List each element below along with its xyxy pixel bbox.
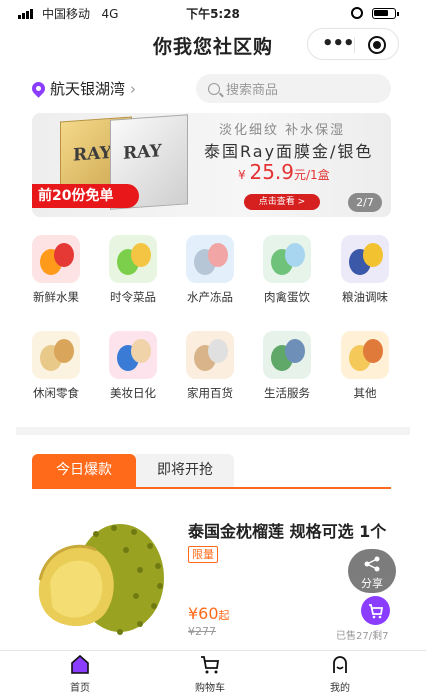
category-label: 美妆日化 (110, 386, 156, 400)
durian-image[interactable] (36, 520, 166, 638)
category-label: 生活服务 (264, 386, 310, 400)
category-other[interactable]: 其他 (330, 331, 400, 401)
tabbar-cart[interactable]: 购物车 (170, 653, 250, 694)
snack-icon (32, 331, 80, 379)
share-button[interactable]: 分享 (348, 549, 396, 593)
more-icon[interactable]: ••• (322, 35, 355, 53)
category-snack[interactable]: 休闲零食 (21, 331, 91, 401)
chevron-right-icon: › (130, 79, 137, 98)
rotation-lock-icon (351, 7, 363, 19)
section-divider (16, 427, 410, 435)
category-label: 家用百货 (187, 386, 233, 400)
category-label: 粮油调味 (342, 290, 388, 304)
category-grain-oil[interactable]: 粮油调味 (330, 235, 400, 305)
search-icon (208, 82, 220, 95)
seafood-icon (186, 235, 234, 283)
other-icon (341, 331, 389, 379)
meat-egg-icon (263, 235, 311, 283)
search-input[interactable]: 搜索商品 (196, 74, 391, 103)
limited-tag: 限量 (188, 546, 218, 563)
cart-icon (199, 653, 221, 675)
status-bar: 中国移动 4G 下午5:28 (0, 0, 426, 26)
household-icon (186, 331, 234, 379)
promo-banner[interactable]: RAY RAY 淡化细纹 补水保湿 泰国Ray面膜金/银色 ¥ 25.9元/1盒… (32, 113, 391, 217)
category-vegetable[interactable]: 时令菜品 (98, 235, 168, 305)
home-icon (69, 653, 91, 675)
banner-price: ¥ 25.9元/1盒 (238, 160, 330, 184)
product-tabs: 今日爆款 即将开抢 (32, 454, 391, 489)
grain-oil-icon (341, 235, 389, 283)
vegetable-icon (109, 235, 157, 283)
tab-coming-soon[interactable]: 即将开抢 (136, 454, 234, 487)
location-pin-icon (29, 79, 48, 98)
tabbar-home[interactable]: 首页 (40, 653, 120, 694)
banner-view-button[interactable]: 点击查看 > (244, 194, 320, 210)
category-cosmetics[interactable]: 美妆日化 (98, 331, 168, 401)
product-price: ¥60起 (188, 604, 230, 623)
category-meat-egg[interactable]: 肉禽蛋饮 (252, 235, 322, 305)
category-household[interactable]: 家用百货 (175, 331, 245, 401)
fruit-icon (32, 235, 80, 283)
tabbar-home-label: 首页 (70, 683, 90, 694)
location-name: 航天银湖湾 (50, 80, 126, 98)
product-name[interactable]: 泰国金枕榴莲 规格可选 1个 (188, 518, 386, 542)
bottom-tab-bar: 首页 购物车 我的 (0, 650, 426, 698)
tabbar-mine-label: 我的 (330, 683, 350, 694)
tabbar-cart-label: 购物车 (195, 683, 225, 694)
category-label: 时令菜品 (110, 290, 156, 304)
cosmetics-icon (109, 331, 157, 379)
miniapp-capsule: ••• (307, 28, 399, 60)
original-price: ¥277 (188, 625, 216, 638)
category-label: 休闲零食 (33, 386, 79, 400)
share-icon (364, 556, 380, 572)
battery-icon (372, 8, 399, 19)
tabbar-mine[interactable]: 我的 (300, 653, 380, 694)
category-label: 水产冻品 (187, 290, 233, 304)
category-service[interactable]: 生活服务 (252, 331, 322, 401)
cart-icon (369, 604, 384, 619)
sold-count: 已售27/剩7 (336, 631, 389, 642)
category-fruit[interactable]: 新鲜水果 (21, 235, 91, 305)
add-to-cart-button[interactable] (361, 596, 390, 625)
category-label: 其他 (353, 386, 377, 400)
banner-promo-badge: 前20份免单 (32, 184, 139, 208)
category-label: 肉禽蛋饮 (264, 290, 310, 304)
location-selector[interactable]: 航天银湖湾 › (29, 78, 137, 99)
search-placeholder: 搜索商品 (226, 83, 279, 98)
close-miniapp-icon[interactable] (368, 36, 386, 54)
category-seafood[interactable]: 水产冻品 (175, 235, 245, 305)
banner-page-indicator: 2/7 (348, 193, 382, 212)
share-label: 分享 (361, 577, 383, 590)
category-label: 新鲜水果 (33, 290, 79, 304)
user-icon (329, 653, 351, 675)
banner-subtitle: 淡化细纹 补水保湿 (219, 123, 346, 138)
service-icon (263, 331, 311, 379)
banner-title: 泰国Ray面膜金/银色 (204, 142, 374, 161)
tab-today-hot[interactable]: 今日爆款 (32, 454, 136, 489)
